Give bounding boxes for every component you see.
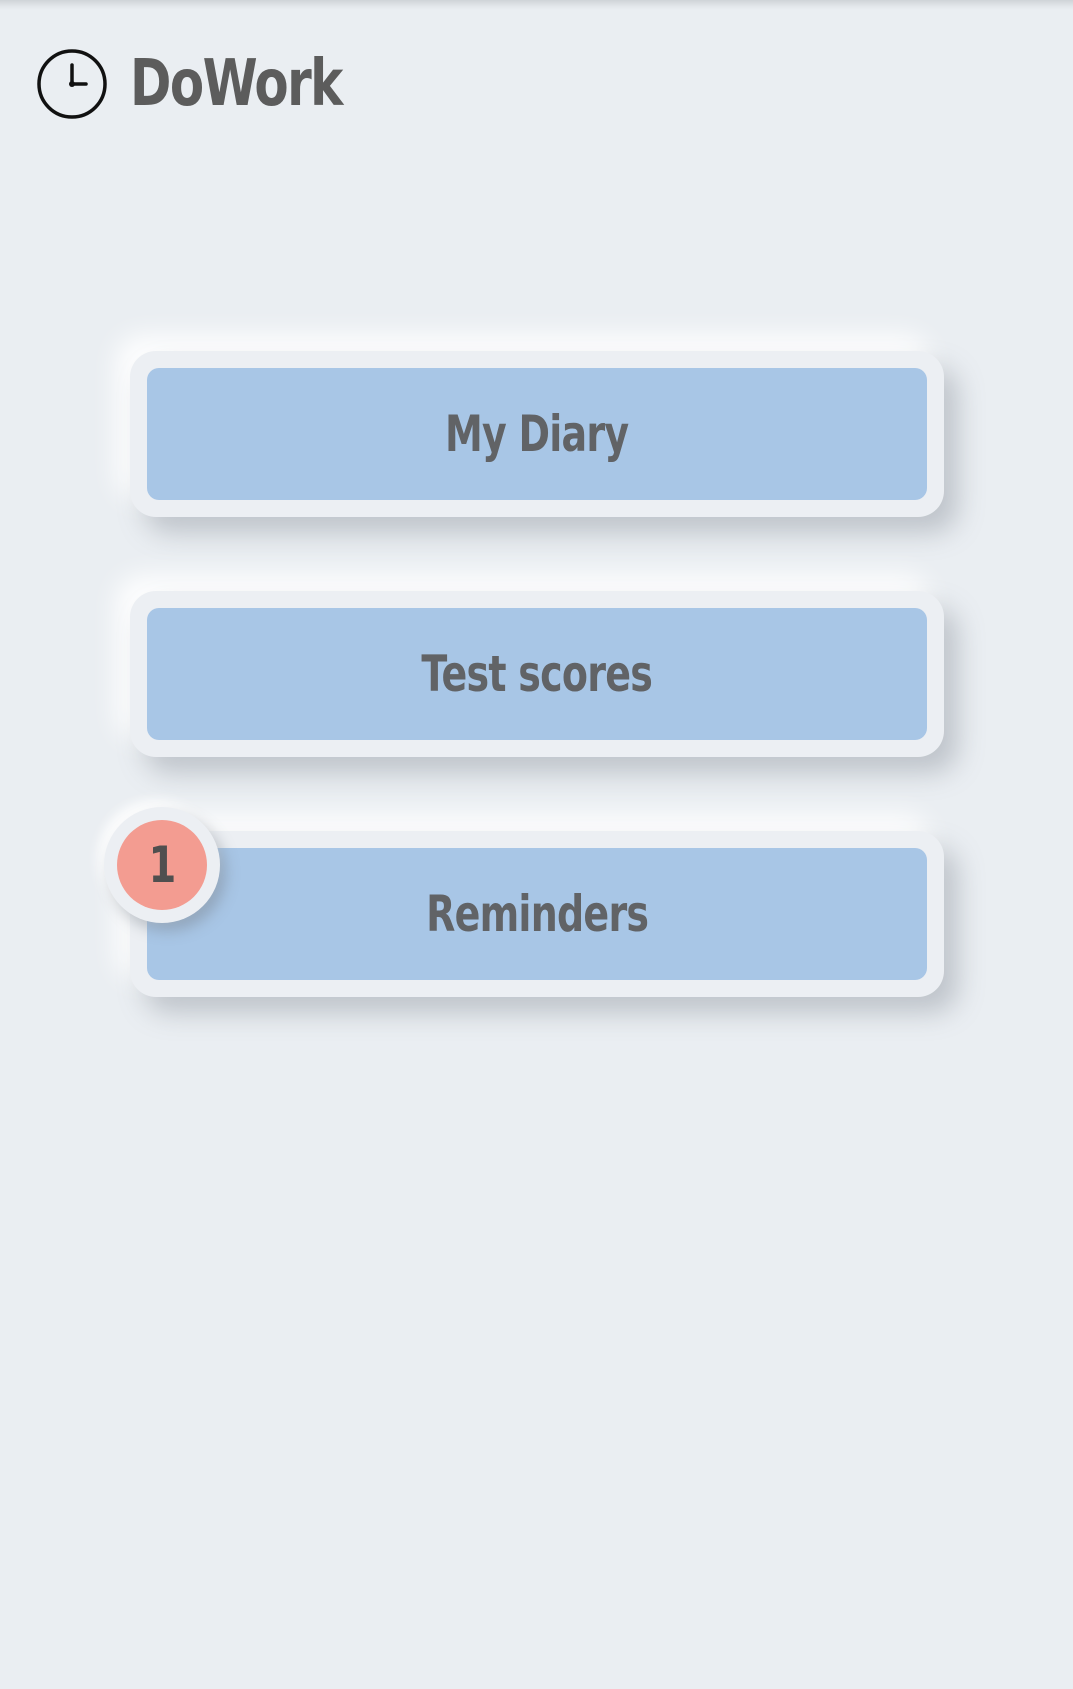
reminders-label: Reminders — [425, 885, 649, 943]
test-scores-label: Test scores — [421, 645, 653, 703]
my-diary-label: My Diary — [445, 405, 629, 463]
app-title: DoWork — [130, 47, 343, 121]
reminders-card: Reminders — [130, 831, 944, 997]
status-bar-edge — [0, 0, 1073, 10]
reminders-notification-badge: 1 — [104, 807, 220, 923]
test-scores-button[interactable]: Test scores — [147, 608, 927, 740]
app-header: DoWork — [36, 46, 402, 122]
reminders-button[interactable]: Reminders — [147, 848, 927, 980]
clock-icon — [37, 49, 107, 119]
my-diary-button[interactable]: My Diary — [147, 368, 927, 500]
my-diary-card: My Diary — [130, 351, 944, 517]
test-scores-card: Test scores — [130, 591, 944, 757]
badge-circle: 1 — [117, 820, 207, 910]
badge-count: 1 — [148, 836, 176, 894]
